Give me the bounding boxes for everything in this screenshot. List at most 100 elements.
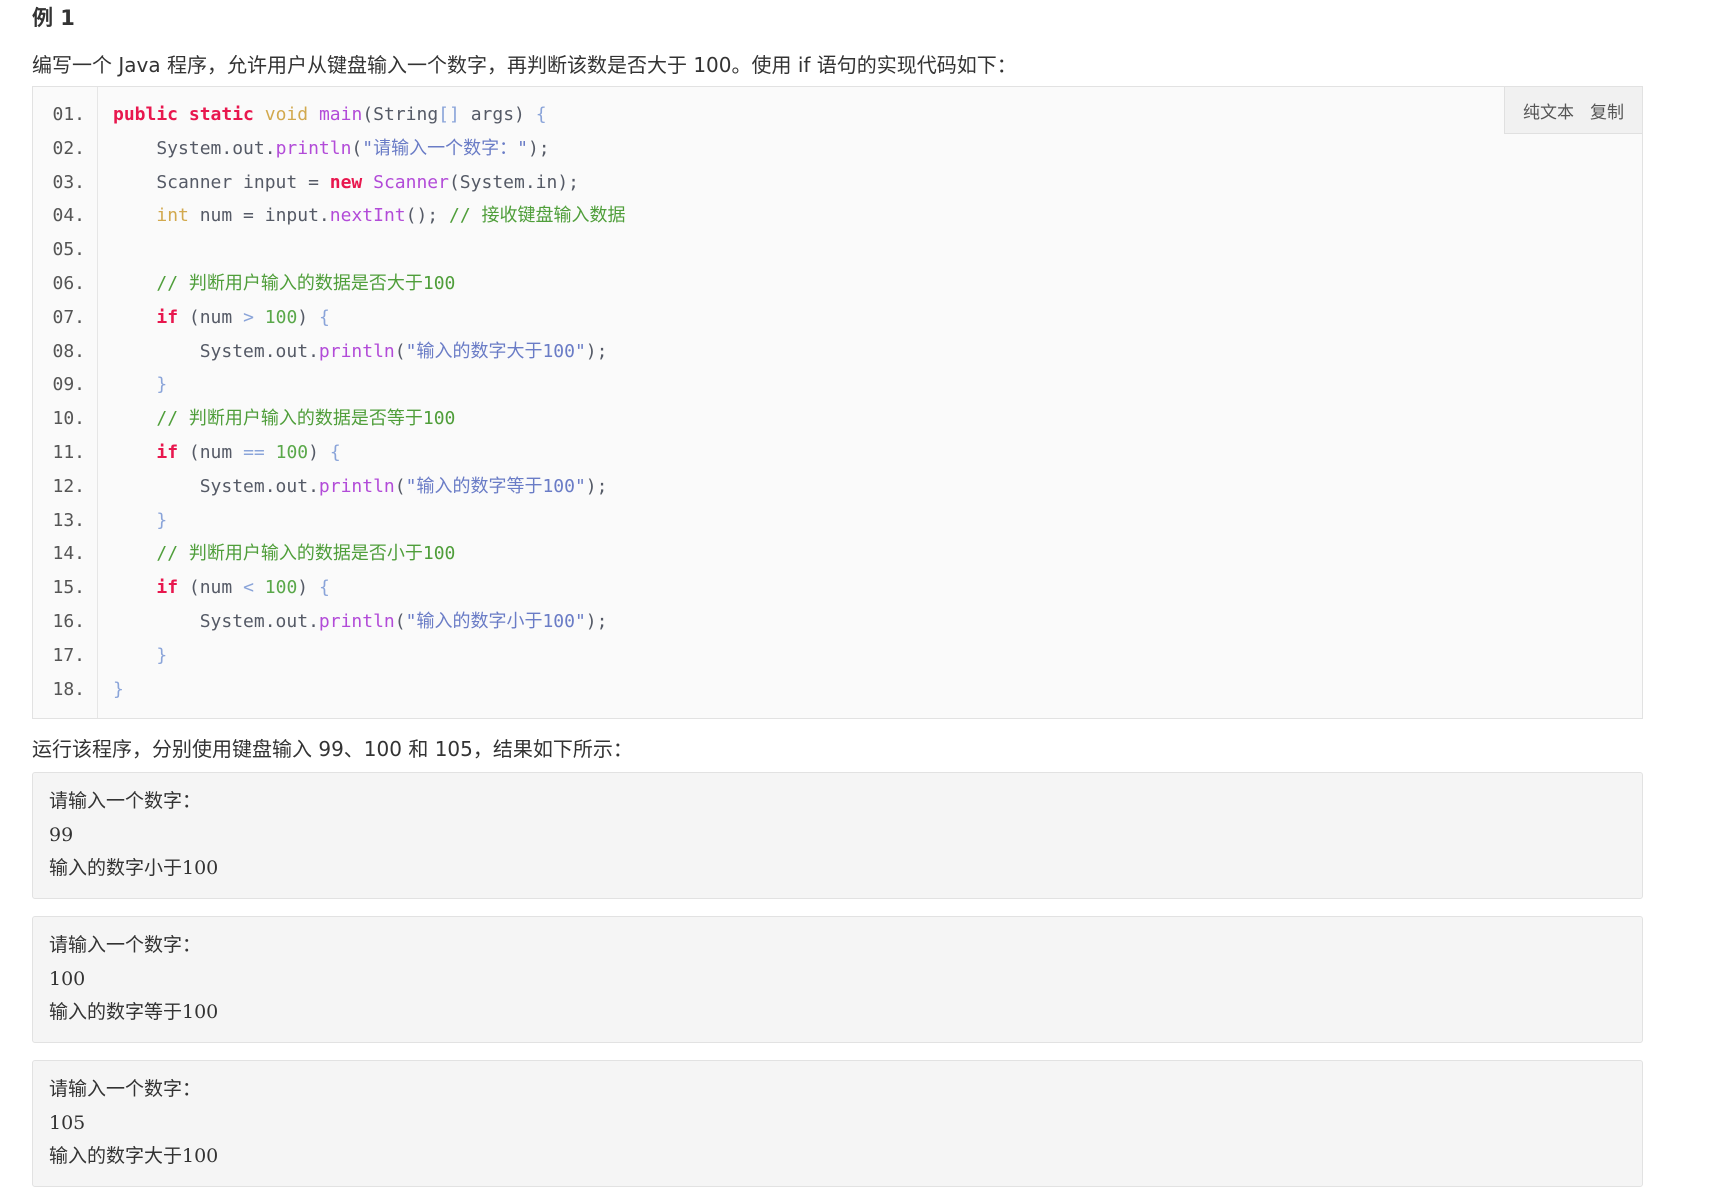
code-token-punct: [] bbox=[438, 104, 460, 125]
output-result-line: 输入的数字等于100 bbox=[49, 1001, 219, 1023]
line-number: 08. bbox=[52, 340, 85, 362]
line-code: } bbox=[113, 368, 167, 402]
code-block: 01. public static void main(String[] args… bbox=[32, 86, 1643, 719]
code-token-keyword: if bbox=[156, 577, 179, 599]
code-lines: 01. public static void main(String[] args… bbox=[33, 98, 1642, 706]
code-token-keyword: if bbox=[156, 306, 179, 328]
line-number: 15. bbox=[52, 577, 85, 599]
line-code: } bbox=[113, 673, 124, 707]
output-input-line: 99 bbox=[49, 823, 74, 846]
code-token-comment: // 判断用户输入的数据是否小于100 bbox=[156, 543, 456, 565]
line-number: 02. bbox=[52, 137, 85, 159]
copy-button[interactable]: 复制 bbox=[1590, 98, 1624, 123]
code-token-plain: (System.in); bbox=[448, 171, 580, 193]
output-prompt-line: 请输入一个数字： bbox=[49, 790, 202, 812]
code-token-punct: == bbox=[243, 441, 265, 463]
code-line: 13. } bbox=[33, 504, 1642, 538]
code-token-plain: ); bbox=[585, 340, 608, 362]
line-number: 01. bbox=[52, 104, 85, 125]
line-number: 16. bbox=[52, 610, 85, 632]
code-token-plain: System.out. bbox=[113, 610, 319, 632]
code-token-plain: Scanner input = bbox=[113, 171, 330, 193]
result-intro-paragraph: 运行该程序，分别使用键盘输入 99、100 和 105，结果如下所示： bbox=[32, 737, 633, 761]
line-code: System.out.println("输入的数字小于100"); bbox=[113, 605, 608, 639]
code-token-plain: ); bbox=[527, 137, 550, 159]
code-line: 15. if (num < 100) { bbox=[33, 571, 1642, 605]
code-token-punct: } bbox=[156, 644, 168, 666]
code-token-keyword: static bbox=[188, 104, 254, 125]
line-number: 06. bbox=[52, 272, 85, 294]
line-code: int num = input.nextInt(); // 接收键盘输入数据 bbox=[113, 199, 626, 233]
line-number: 05. bbox=[52, 239, 85, 261]
code-line: 11. if (num == 100) { bbox=[33, 436, 1642, 470]
code-token-plain: ) bbox=[297, 306, 319, 328]
line-code: // 判断用户输入的数据是否等于100 bbox=[113, 402, 455, 436]
line-number: 10. bbox=[52, 408, 85, 430]
code-line: 12. System.out.println("输入的数字等于100"); bbox=[33, 470, 1642, 504]
line-number: 14. bbox=[52, 543, 85, 565]
line-code: } bbox=[113, 639, 167, 673]
code-token-punct: } bbox=[156, 374, 168, 396]
code-token-punct: } bbox=[113, 678, 124, 700]
code-token-plain: ( bbox=[351, 137, 363, 159]
code-token-plain: ( bbox=[394, 475, 406, 497]
code-token-plain: num = input. bbox=[188, 205, 330, 227]
code-token-class: Scanner bbox=[373, 171, 449, 193]
line-number: 04. bbox=[52, 205, 85, 227]
code-token-func: main bbox=[318, 104, 363, 125]
line-code: System.out.println("输入的数字大于100"); bbox=[113, 335, 608, 369]
output-input-line: 105 bbox=[49, 1111, 86, 1134]
output-block-1: 请输入一个数字： 99 输入的数字小于100 bbox=[32, 772, 1643, 899]
code-token-plain: args) bbox=[459, 104, 536, 125]
code-line: 16. System.out.println("输入的数字小于100"); bbox=[33, 605, 1642, 639]
line-number: 13. bbox=[52, 509, 85, 531]
code-line: 09. } bbox=[33, 368, 1642, 402]
line-code: System.out.println("请输入一个数字："); bbox=[113, 132, 550, 166]
code-token-func: println bbox=[318, 340, 395, 362]
code-token-string: "输入的数字等于100" bbox=[405, 475, 586, 497]
code-token-comment: // 判断用户输入的数据是否大于100 bbox=[156, 272, 456, 294]
code-token-plain: ) bbox=[308, 441, 330, 463]
output-result-line: 输入的数字大于100 bbox=[49, 1145, 219, 1167]
code-line: 07. if (num > 100) { bbox=[33, 301, 1642, 335]
code-token-plain: ); bbox=[585, 475, 608, 497]
line-code: Scanner input = new Scanner(System.in); bbox=[113, 166, 579, 200]
code-token-plain: ) bbox=[297, 577, 319, 599]
code-line: 01. public static void main(String[] args… bbox=[33, 98, 1642, 132]
code-token-plain: ( bbox=[394, 340, 406, 362]
line-number: 18. bbox=[52, 678, 85, 700]
line-code: if (num == 100) { bbox=[113, 436, 340, 470]
code-token-plain: (num bbox=[178, 577, 244, 599]
line-number: 17. bbox=[52, 644, 85, 666]
line-code: System.out.println("输入的数字等于100"); bbox=[113, 470, 608, 504]
code-token-string: "输入的数字小于100" bbox=[405, 610, 586, 632]
code-token-punct: } bbox=[156, 509, 168, 531]
code-token-number: 100 bbox=[264, 306, 298, 328]
line-number: 07. bbox=[52, 306, 85, 328]
code-token-string: "请输入一个数字：" bbox=[362, 137, 528, 159]
code-line: 14. // 判断用户输入的数据是否小于100 bbox=[33, 537, 1642, 571]
code-token-keyword: if bbox=[156, 441, 179, 463]
plain-text-button[interactable]: 纯文本 bbox=[1523, 98, 1574, 123]
code-token-punct: { bbox=[535, 104, 547, 125]
code-line: 18.} bbox=[33, 673, 1642, 707]
output-block-2: 请输入一个数字： 100 输入的数字等于100 bbox=[32, 916, 1643, 1043]
code-token-comment: // 判断用户输入的数据是否等于100 bbox=[156, 408, 456, 430]
code-token-number: 100 bbox=[275, 441, 309, 463]
line-code: if (num < 100) { bbox=[113, 571, 329, 605]
code-token-plain: ); bbox=[585, 610, 608, 632]
code-token-comment: // 接收键盘输入数据 bbox=[448, 205, 626, 227]
code-token-number: 100 bbox=[264, 577, 298, 599]
code-token-plain: System.out. bbox=[113, 137, 276, 159]
code-line: 06. // 判断用户输入的数据是否大于100 bbox=[33, 267, 1642, 301]
